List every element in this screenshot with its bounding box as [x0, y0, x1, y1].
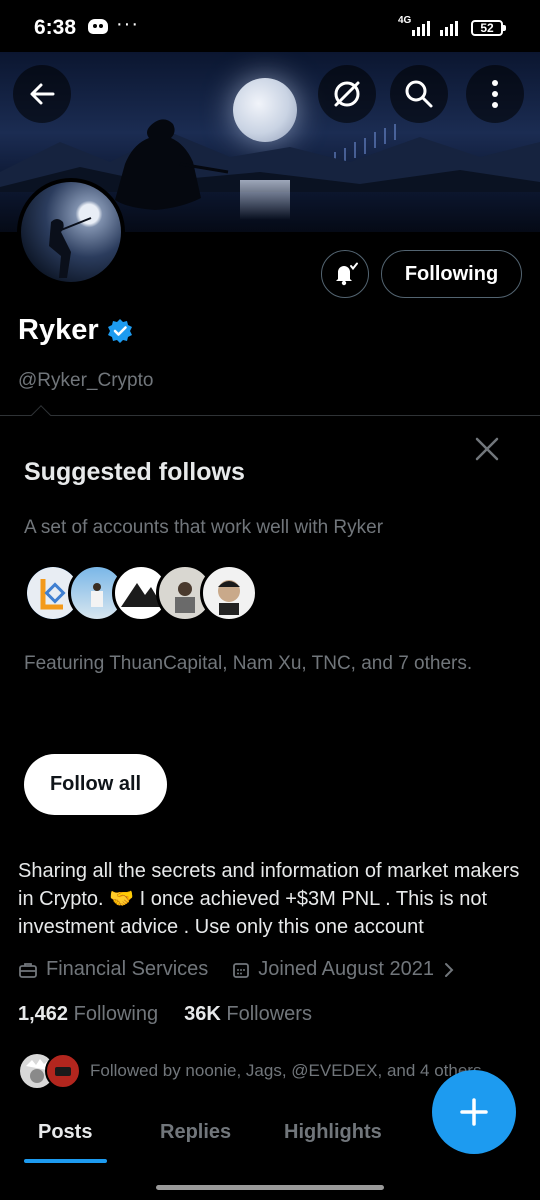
grok-button[interactable]: [318, 65, 376, 123]
back-arrow-icon: [30, 83, 55, 105]
tab-posts[interactable]: Posts: [38, 1121, 92, 1144]
suggested-follows-title: Suggested follows: [24, 458, 245, 486]
panel-caret: [31, 405, 51, 425]
compose-post-button[interactable]: [432, 1070, 516, 1154]
bell-check-icon: [336, 262, 358, 286]
profile-bio: Sharing all the secrets and information …: [18, 860, 520, 938]
suggested-follows-panel: Suggested follows A set of accounts that…: [0, 405, 540, 835]
search-button[interactable]: [390, 65, 448, 123]
notifications-button[interactable]: [321, 250, 369, 298]
discord-notification-icon: [88, 19, 108, 34]
suggested-follows-subtitle: A set of accounts that work well with Ry…: [24, 517, 384, 538]
following-count: 1,462: [18, 1003, 69, 1025]
display-name-text: Ryker: [18, 314, 99, 346]
status-bar: 6:38 ··· 4G 52: [0, 0, 540, 52]
profile-joined-date: Joined August 2021: [258, 958, 434, 980]
search-icon: [405, 80, 433, 108]
followed-by-row[interactable]: Followed by noonie, Jags, @EVEDEX, and 4…: [18, 1052, 481, 1090]
following-stat[interactable]: 1,462 Following: [18, 1003, 158, 1026]
following-label: Following: [73, 1003, 159, 1025]
signal-icon-2: [440, 20, 458, 36]
profile-meta: Financial Services Joined August 2021: [18, 958, 456, 981]
verified-badge-icon[interactable]: [107, 318, 133, 344]
followers-stat[interactable]: 36K Followers: [184, 1003, 312, 1026]
more-vertical-icon: [492, 80, 498, 108]
person-photo-icon: [218, 580, 240, 615]
profile-display-name: Ryker: [18, 314, 133, 347]
plus-icon: [460, 1098, 488, 1126]
battery-indicator: 52: [471, 20, 506, 36]
signal-icon: [412, 20, 430, 36]
suggested-avatar: [200, 564, 258, 622]
network-type: 4G: [398, 15, 412, 26]
suggested-featuring-text: Featuring ThuanCapital, Nam Xu, TNC, and…: [24, 653, 473, 674]
followers-label: Followers: [226, 1003, 312, 1025]
followers-you-know-avatars: [20, 1053, 80, 1089]
follow-all-button[interactable]: Follow all: [24, 754, 167, 815]
more-options-button[interactable]: [466, 65, 524, 123]
back-button[interactable]: [13, 65, 71, 123]
calendar-icon: [233, 962, 250, 978]
chevron-right-icon[interactable]: [442, 961, 456, 979]
more-notifications-icon: ···: [116, 13, 139, 35]
profile-avatar[interactable]: [17, 178, 125, 286]
following-button[interactable]: Following: [381, 250, 522, 298]
followers-count: 36K: [184, 1003, 221, 1025]
home-indicator[interactable]: [156, 1185, 384, 1190]
banner-reflection: [240, 180, 290, 220]
followed-by-text: Followed by noonie, Jags, @EVEDEX, and 4…: [90, 1061, 482, 1080]
profile-stats: 1,462 Following 36K Followers: [18, 1003, 312, 1026]
tab-highlights[interactable]: Highlights: [284, 1121, 382, 1144]
profile-handle: @Ryker_Crypto: [18, 370, 154, 391]
profile-category[interactable]: Financial Services: [46, 958, 208, 981]
grok-icon: [334, 81, 360, 107]
briefcase-icon: [19, 962, 37, 978]
tab-replies[interactable]: Replies: [160, 1121, 231, 1144]
active-tab-indicator: [24, 1159, 107, 1163]
avatar-warrior-silhouette: [49, 217, 92, 278]
status-time: 6:38: [34, 16, 77, 39]
close-icon[interactable]: [474, 436, 500, 462]
suggested-avatars[interactable]: [24, 564, 258, 622]
